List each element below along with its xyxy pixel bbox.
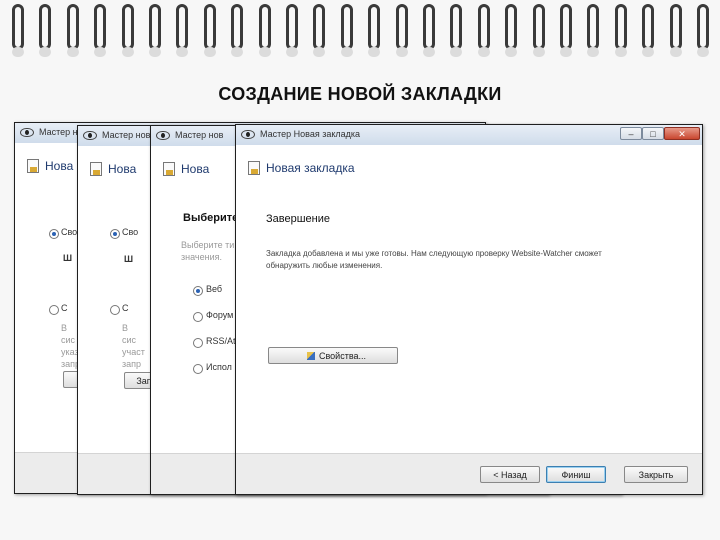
wizard-header-title: Нова bbox=[181, 162, 210, 176]
option-label: С bbox=[61, 303, 68, 313]
spiral-ring bbox=[669, 4, 682, 57]
radio-option[interactable] bbox=[49, 305, 59, 315]
wizard-header: Новая закладка bbox=[236, 145, 702, 191]
option-label: Сво bbox=[122, 227, 139, 237]
spiral-ring bbox=[477, 4, 490, 57]
spiral-ring bbox=[587, 4, 600, 57]
radio-option[interactable] bbox=[49, 229, 59, 239]
field-label: Ш bbox=[63, 253, 73, 263]
window-title: Мастер нов bbox=[175, 130, 224, 140]
spiral-ring bbox=[340, 4, 353, 57]
close-window-button[interactable]: ✕ bbox=[664, 127, 700, 140]
spiral-ring bbox=[149, 4, 161, 57]
spiral-ring bbox=[94, 4, 107, 57]
radio-option[interactable] bbox=[110, 229, 120, 239]
close-button[interactable]: Закрыть bbox=[624, 466, 688, 483]
spiral-ring bbox=[66, 4, 79, 57]
spiral-ring bbox=[423, 4, 435, 57]
radio-use[interactable] bbox=[193, 364, 203, 374]
eye-icon bbox=[83, 131, 97, 140]
description-line: сис bbox=[122, 335, 137, 345]
spiral-ring bbox=[395, 4, 408, 57]
spiral-ring bbox=[642, 4, 655, 57]
wizard-header-title: Нова bbox=[45, 159, 74, 173]
spiral-ring bbox=[505, 4, 518, 57]
description-line: сис bbox=[61, 335, 76, 345]
description-line: запр bbox=[122, 359, 142, 369]
bookmark-page-icon bbox=[27, 159, 39, 173]
spiral-ring bbox=[258, 4, 271, 57]
spiral-ring bbox=[203, 4, 216, 57]
description-line: В bbox=[61, 323, 68, 333]
option-label: Веб bbox=[206, 284, 223, 294]
spiral-ring bbox=[697, 4, 709, 57]
description-line: участ bbox=[122, 347, 145, 357]
spiral-ring bbox=[231, 4, 244, 57]
bookmark-page-icon bbox=[90, 162, 102, 176]
option-label: Испол bbox=[206, 362, 232, 372]
wizard-step-title: Выберите bbox=[183, 212, 239, 224]
option-label: Сво bbox=[61, 227, 78, 237]
wizard-step-title: Завершение bbox=[266, 213, 330, 225]
spiral-ring bbox=[368, 4, 381, 57]
spiral-ring bbox=[39, 4, 52, 57]
finish-message-line: Закладка добавлена и мы уже готовы. Нам … bbox=[266, 249, 602, 258]
properties-button[interactable]: Свойства... bbox=[268, 347, 398, 364]
wizard-dialog-finish: Мастер Новая закладка – □ ✕ Новая заклад… bbox=[235, 124, 703, 495]
spiral-binding bbox=[0, 0, 720, 64]
window-title: Мастер нов bbox=[102, 130, 151, 140]
eye-icon bbox=[20, 128, 34, 137]
radio-forum[interactable] bbox=[193, 312, 203, 322]
bookmark-page-icon bbox=[248, 161, 260, 175]
slide-title: СОЗДАНИЕ НОВОЙ ЗАКЛАДКИ bbox=[218, 84, 502, 104]
wizard-header-title: Нова bbox=[108, 162, 137, 176]
option-label: Форум bbox=[206, 310, 234, 320]
spiral-ring bbox=[12, 4, 24, 57]
spiral-ring bbox=[286, 4, 298, 57]
titlebar: Мастер Новая закладка – □ ✕ bbox=[236, 125, 702, 146]
minimize-button[interactable]: – bbox=[620, 127, 642, 140]
wizard-body: Завершение Закладка добавлена и мы уже г… bbox=[236, 191, 702, 454]
option-label: С bbox=[122, 303, 129, 313]
wizard-footer: < Назад Финиш Закрыть bbox=[236, 453, 702, 494]
description-line: Выберите ти bbox=[181, 240, 235, 250]
spiral-ring bbox=[176, 4, 189, 57]
radio-rss[interactable] bbox=[193, 338, 203, 348]
spiral-ring bbox=[614, 4, 627, 57]
pencil-icon bbox=[307, 352, 315, 360]
bookmark-page-icon bbox=[163, 162, 175, 176]
spiral-ring bbox=[532, 4, 545, 57]
finish-message-line: обнаружить любые изменения. bbox=[266, 261, 383, 270]
spiral-ring bbox=[121, 4, 134, 57]
spiral-ring bbox=[313, 4, 326, 57]
radio-web[interactable] bbox=[193, 286, 203, 296]
window-title: Мастер Новая закладка bbox=[260, 129, 361, 139]
maximize-button[interactable]: □ bbox=[642, 127, 664, 140]
field-label: Ш bbox=[124, 254, 134, 264]
wizard-header-title: Новая закладка bbox=[266, 161, 355, 175]
radio-option[interactable] bbox=[110, 305, 120, 315]
spiral-ring bbox=[450, 4, 463, 57]
spiral-ring bbox=[560, 4, 572, 57]
finish-button[interactable]: Финиш bbox=[546, 466, 606, 483]
properties-button-label: Свойства... bbox=[319, 351, 367, 361]
eye-icon bbox=[156, 131, 170, 140]
eye-icon bbox=[241, 130, 255, 139]
back-button[interactable]: < Назад bbox=[480, 466, 540, 483]
description-line: значения. bbox=[181, 252, 222, 262]
description-line: В bbox=[122, 323, 129, 333]
